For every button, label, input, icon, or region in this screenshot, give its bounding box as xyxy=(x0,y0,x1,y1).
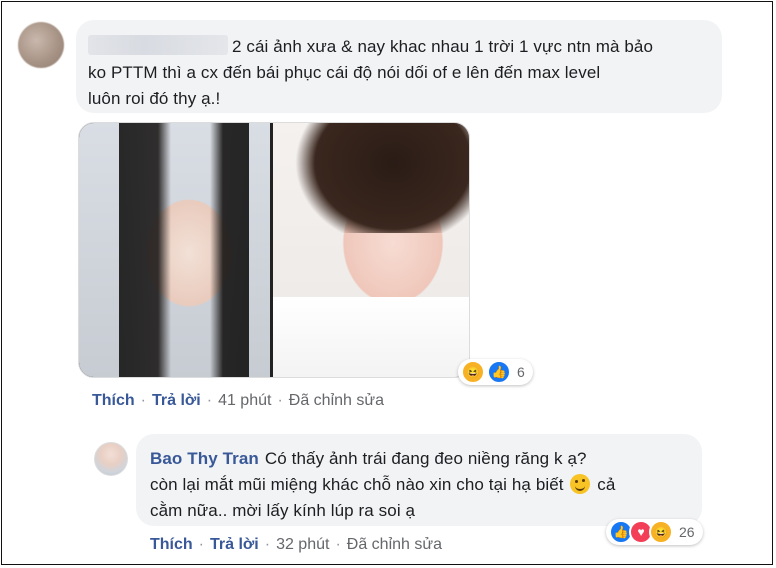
reply-button[interactable]: Trả lời xyxy=(210,536,259,554)
comment-reactions[interactable]: 😆 👍 6 xyxy=(458,359,533,385)
reaction-count: 6 xyxy=(517,364,525,380)
separator: · xyxy=(206,392,213,409)
like-icon: 👍 xyxy=(487,360,511,384)
timestamp[interactable]: 32 phút xyxy=(276,536,329,554)
old-photo xyxy=(79,123,270,377)
comment-actions: Thích · Trả lời · 41 phút · Đã chỉnh sửa xyxy=(92,392,384,410)
reply-line-2: còn lại mắt mũi miệng khác chỗ nào xin c… xyxy=(150,475,564,494)
separator: · xyxy=(198,536,204,553)
timestamp[interactable]: 41 phút xyxy=(218,392,271,410)
comparison-photo[interactable] xyxy=(78,122,470,378)
like-button[interactable]: Thích xyxy=(92,392,135,410)
comment-line-1: 2 cái ảnh xưa & nay khac nhau 1 trời 1 v… xyxy=(232,37,653,56)
separator: · xyxy=(140,392,146,409)
screenshot-frame: 2 cái ảnh xưa & nay khac nhau 1 trời 1 v… xyxy=(1,1,773,565)
edited-label[interactable]: Đã chỉnh sửa xyxy=(289,392,384,410)
haha-icon: 😆 xyxy=(461,360,485,384)
reply-actions: Thích · Trả lời · 32 phút · Đã chỉnh sửa xyxy=(150,536,442,554)
reply-line-2-end: cả xyxy=(597,475,616,494)
separator: · xyxy=(277,392,283,409)
reply-line-3: cằm nữa.. mời lấy kính lúp ra soi ạ xyxy=(150,501,416,520)
reply-reactions[interactable]: 👍 ♥ 😆 26 xyxy=(606,519,703,545)
comment-text: 2 cái ảnh xưa & nay khac nhau 1 trời 1 v… xyxy=(88,34,706,112)
reply-button[interactable]: Trả lời xyxy=(152,392,201,410)
separator: · xyxy=(335,536,341,553)
comment-line-3: luôn roi đó thy ạ.! xyxy=(88,89,221,108)
reply-author-name[interactable]: Bao Thy Tran xyxy=(150,449,259,468)
reply-line-1: Có thấy ảnh trái đang đeo niềng răng k ạ… xyxy=(264,449,587,468)
edited-label[interactable]: Đã chỉnh sửa xyxy=(347,536,442,554)
blurred-commenter-name[interactable] xyxy=(88,35,228,55)
separator: · xyxy=(264,536,271,553)
comment-bubble: 2 cái ảnh xưa & nay khac nhau 1 trời 1 v… xyxy=(76,20,722,113)
comment-line-2: ko PTTM thì a cx đến bái phục cái độ nói… xyxy=(88,63,601,82)
reply-bubble: Bao Thy Tran Có thấy ảnh trái đang đeo ni… xyxy=(136,434,702,526)
like-button[interactable]: Thích xyxy=(150,536,193,554)
reaction-count: 26 xyxy=(679,524,695,540)
reply-author-avatar[interactable] xyxy=(94,442,128,476)
haha-icon: 😆 xyxy=(649,520,673,544)
new-photo xyxy=(270,123,469,377)
reply-text: Bao Thy Tran Có thấy ảnh trái đang đeo ni… xyxy=(150,446,688,524)
smile-emoji-icon xyxy=(570,474,591,494)
commenter-avatar[interactable] xyxy=(18,22,64,68)
